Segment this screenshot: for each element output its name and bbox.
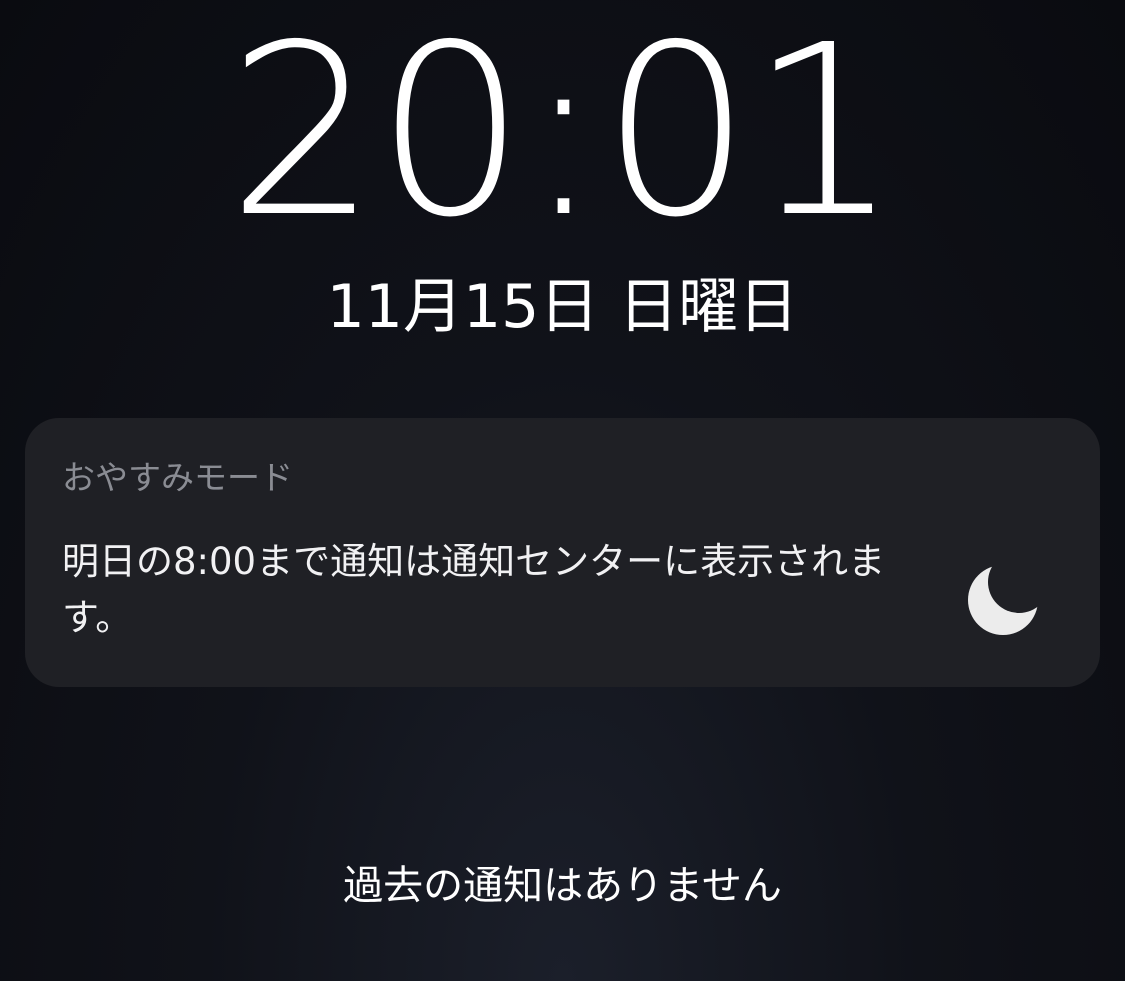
lock-screen-time: 20:01 (227, 0, 899, 269)
lock-screen: 20:01 11月15日 日曜日 おやすみモード 明日の8:00まで通知は通知セ… (0, 0, 1125, 981)
moon-icon (968, 565, 1038, 635)
focus-mode-title: おやすみモード (62, 458, 293, 497)
focus-mode-message: 明日の8:00まで通知は通知センターに表示されます。 (62, 540, 886, 639)
sleep-focus-notification[interactable]: おやすみモード 明日の8:00まで通知は通知センターに表示されます。 (25, 418, 1100, 687)
lock-screen-date: 11月15日 日曜日 (326, 272, 799, 342)
no-past-notifications-text: 過去の通知はありません (343, 863, 782, 909)
